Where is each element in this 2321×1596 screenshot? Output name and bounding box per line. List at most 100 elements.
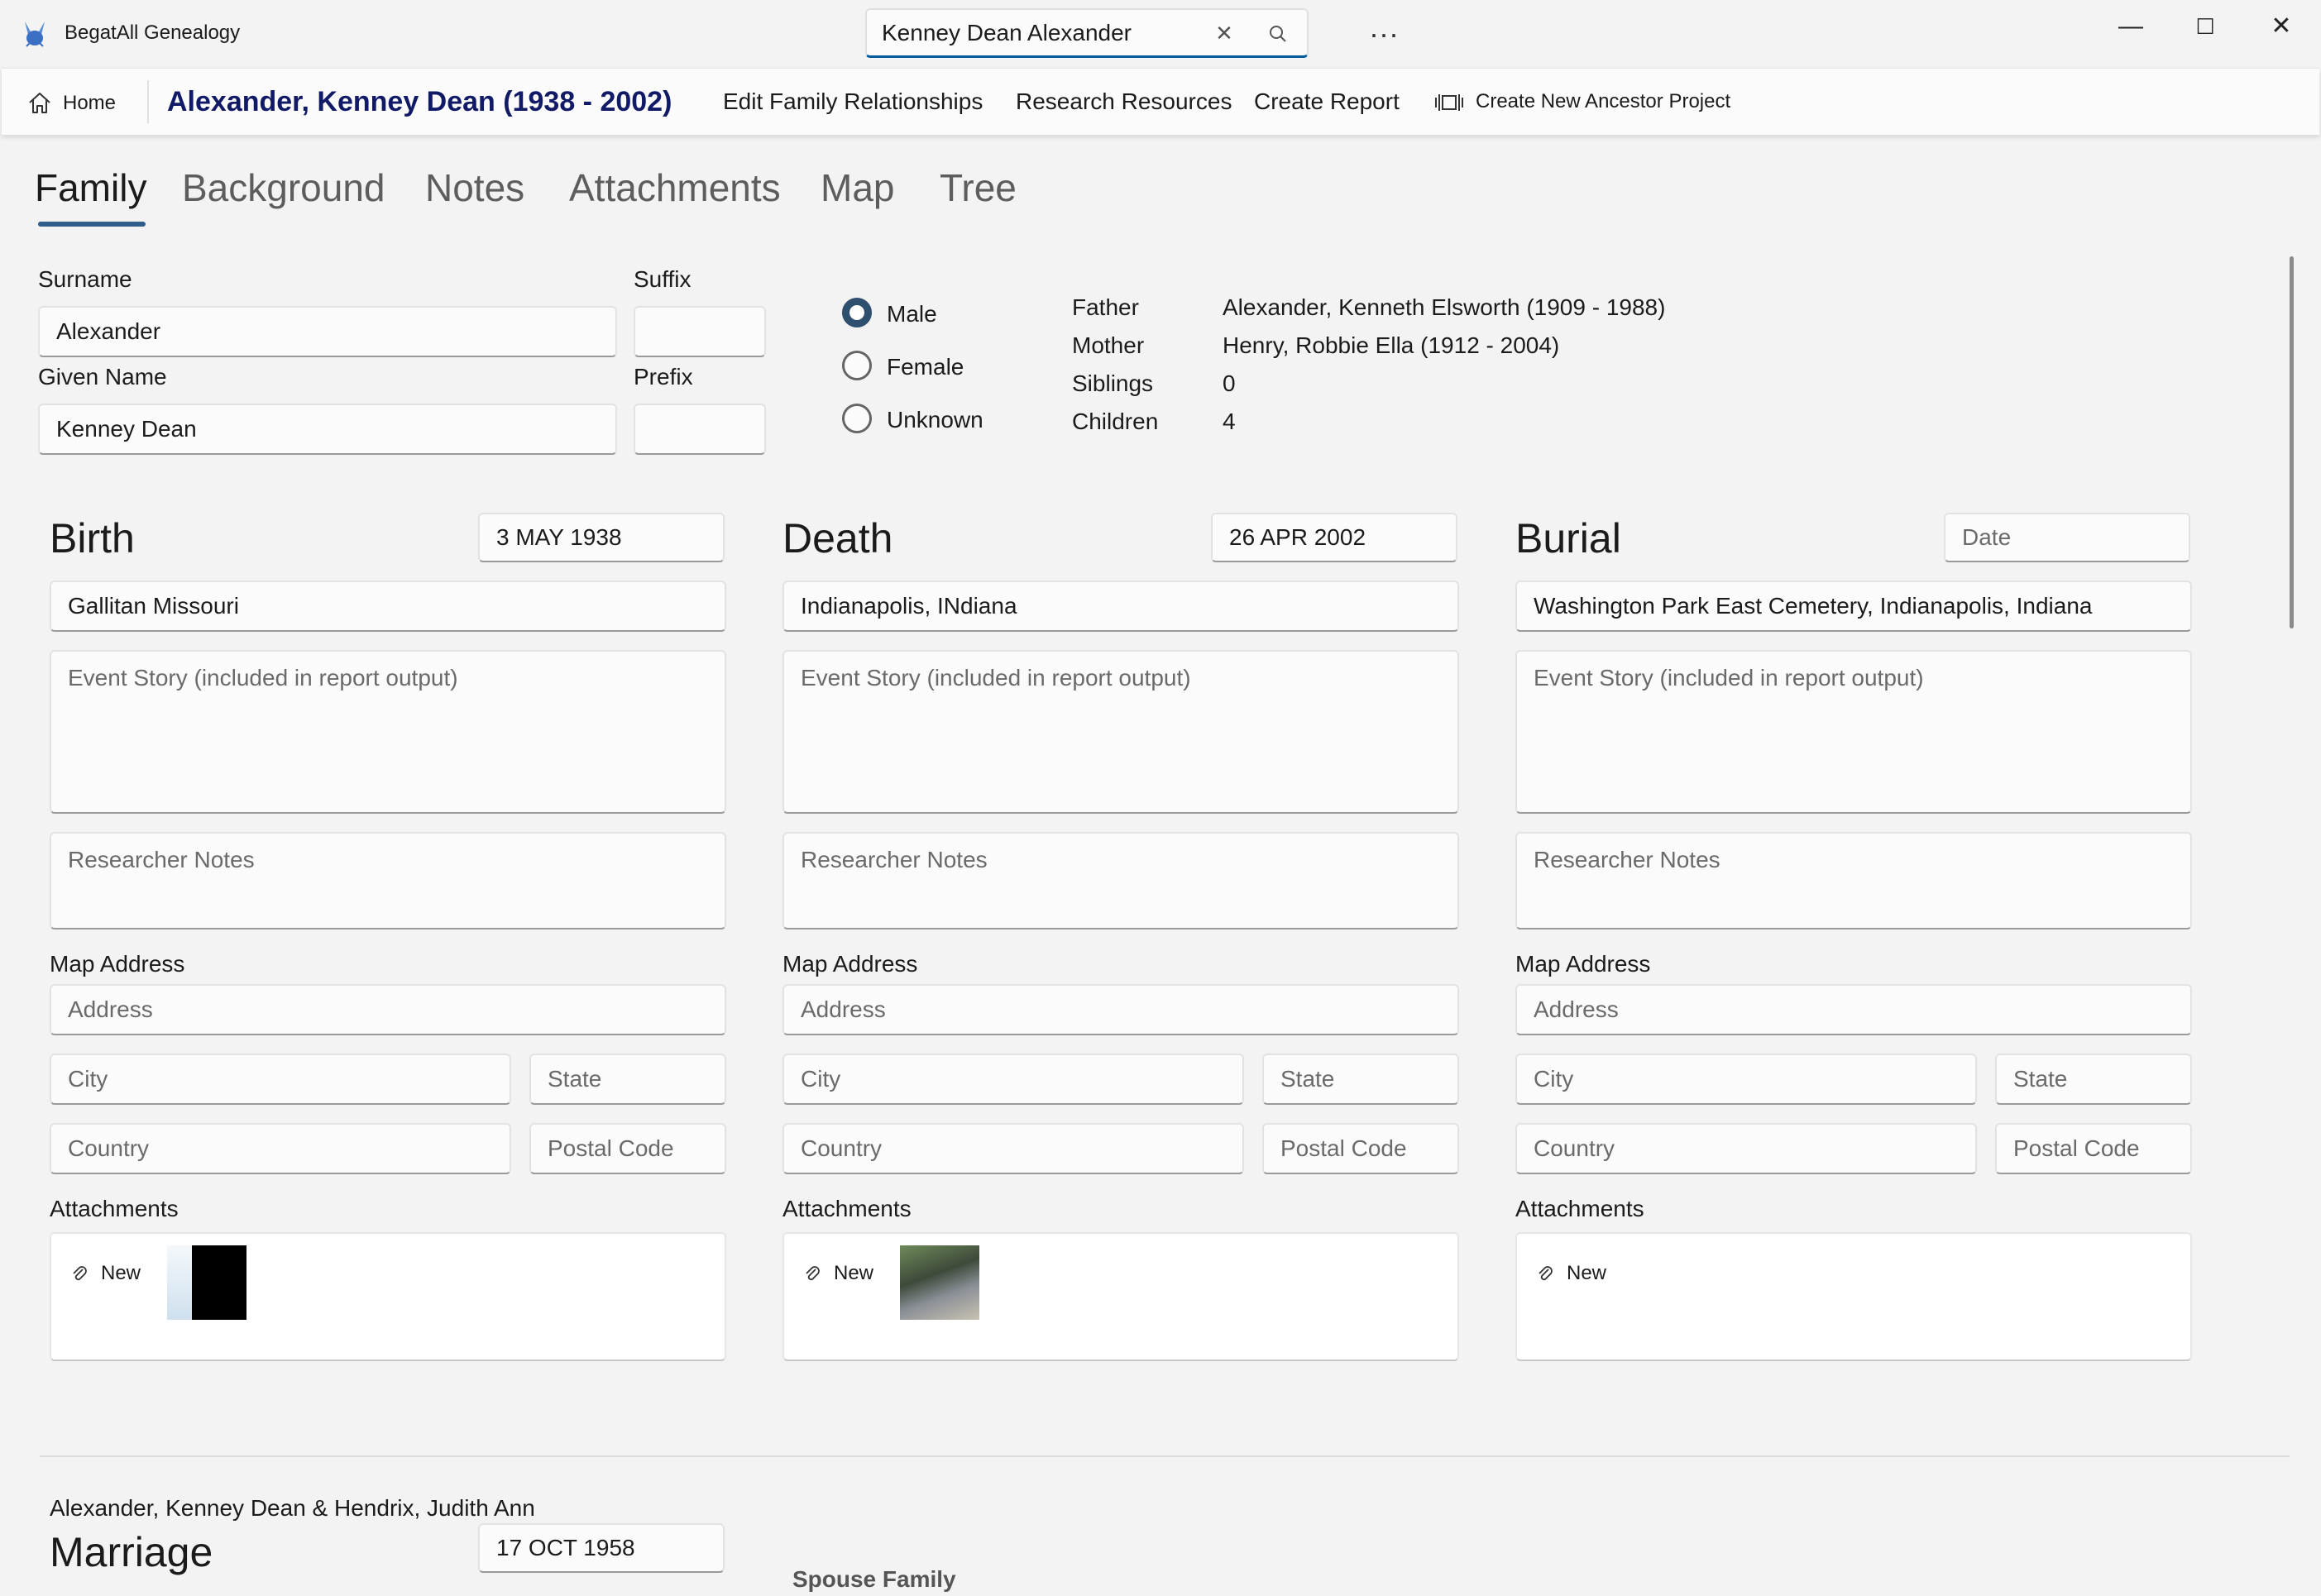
edit-family-relationships-button[interactable]: Edit Family Relationships (723, 69, 983, 135)
death-address-field[interactable]: Address (782, 984, 1459, 1035)
command-bar: Home Alexander, Kenney Dean (1938 - 2002… (2, 68, 2319, 135)
death-state-field[interactable]: State (1262, 1054, 1459, 1105)
gender-unknown-label: Unknown (887, 407, 983, 432)
death-postal-code-field[interactable]: Postal Code (1262, 1123, 1459, 1174)
birth-heading: Birth (50, 515, 135, 561)
more-options-button[interactable]: ... (1361, 12, 1408, 51)
marriage-couple-label: Alexander, Kenney Dean & Hendrix, Judith… (50, 1495, 535, 1521)
birth-state-field[interactable]: State (529, 1054, 726, 1105)
burial-new-attachment-button[interactable]: New (1535, 1262, 1606, 1285)
spouse-family-label: Spouse Family (792, 1566, 956, 1592)
burial-attachments-panel: New (1515, 1232, 2192, 1361)
tab-attachments[interactable]: Attachments (569, 165, 781, 210)
death-map-address-label: Map Address (782, 951, 918, 977)
death-attachments-label: Attachments (782, 1196, 912, 1221)
burial-researcher-notes-field[interactable]: Researcher Notes (1515, 832, 2192, 929)
create-report-button[interactable]: Create Report (1254, 69, 1400, 135)
given-name-label: Given Name (38, 364, 167, 389)
person-title: Alexander, Kenney Dean (1938 - 2002) (167, 86, 672, 117)
birth-attachments-label: Attachments (50, 1196, 179, 1221)
marriage-heading: Marriage (50, 1529, 213, 1575)
birth-postal-code-field[interactable]: Postal Code (529, 1123, 726, 1174)
birth-event-story-field[interactable]: Event Story (included in report output) (50, 650, 726, 814)
gender-unknown-radio[interactable] (842, 404, 872, 433)
burial-address-field[interactable]: Address (1515, 984, 2192, 1035)
command-separator (147, 80, 149, 123)
given-name-field[interactable]: Kenney Dean (38, 404, 617, 455)
vertical-scrollbar[interactable] (2290, 256, 2294, 628)
burial-place-field[interactable]: Washington Park East Cemetery, Indianapo… (1515, 581, 2192, 632)
paperclip-icon (73, 1265, 87, 1280)
death-country-field[interactable]: Country (782, 1123, 1244, 1174)
birth-attachment-thumbnail[interactable] (167, 1245, 246, 1320)
search-box[interactable]: ✕ (865, 8, 1309, 58)
paperclip-icon (806, 1265, 820, 1280)
create-ancestor-project-button[interactable]: Create New Ancestor Project (1434, 69, 1730, 135)
death-event-story-field[interactable]: Event Story (included in report output) (782, 650, 1459, 814)
burial-event-story-field[interactable]: Event Story (included in report output) (1515, 650, 2192, 814)
marriage-date-field[interactable]: 17 OCT 1958 (478, 1523, 725, 1573)
siblings-value: 0 (1223, 370, 1236, 396)
birth-city-field[interactable]: City (50, 1054, 511, 1105)
app-logo-icon (25, 22, 45, 47)
new-label: New (1567, 1262, 1607, 1284)
suffix-label: Suffix (634, 266, 692, 292)
birth-attachments-panel: New (50, 1232, 726, 1361)
birth-researcher-notes-field[interactable]: Researcher Notes (50, 832, 726, 929)
death-new-attachment-button[interactable]: New (802, 1262, 873, 1285)
burial-city-field[interactable]: City (1515, 1054, 1977, 1105)
father-value[interactable]: Alexander, Kenneth Elsworth (1909 - 1988… (1223, 294, 1665, 321)
burial-heading: Burial (1515, 515, 1621, 561)
burial-attachments-label: Attachments (1515, 1196, 1644, 1221)
new-label: New (101, 1262, 141, 1284)
search-input[interactable] (882, 10, 1229, 56)
birth-date-field[interactable]: 3 MAY 1938 (478, 513, 725, 562)
project-icon (1435, 93, 1463, 111)
home-button[interactable]: Home (26, 69, 116, 135)
tab-family[interactable]: Family (35, 165, 146, 210)
birth-place-field[interactable]: Gallitan Missouri (50, 581, 726, 632)
section-divider (40, 1455, 2290, 1457)
burial-country-field[interactable]: Country (1515, 1123, 1977, 1174)
paperclip-icon (1539, 1265, 1553, 1280)
close-button[interactable]: ✕ (2243, 0, 2319, 53)
home-label: Home (63, 92, 117, 114)
tab-notes[interactable]: Notes (425, 165, 524, 210)
tab-map[interactable]: Map (821, 165, 894, 210)
gender-female-radio[interactable] (842, 351, 872, 380)
children-value: 4 (1223, 409, 1236, 434)
birth-address-field[interactable]: Address (50, 984, 726, 1035)
death-attachment-thumbnail[interactable] (900, 1245, 979, 1320)
search-icon[interactable] (1264, 20, 1292, 48)
siblings-label: Siblings (1072, 370, 1154, 396)
death-heading: Death (782, 515, 893, 561)
burial-date-field[interactable]: Date (1944, 513, 2190, 562)
death-attachments-panel: New (782, 1232, 1459, 1361)
surname-field[interactable]: Alexander (38, 306, 617, 357)
father-label: Father (1072, 294, 1139, 320)
new-label: New (834, 1262, 874, 1284)
gender-male-radio[interactable] (842, 298, 872, 327)
burial-postal-code-field[interactable]: Postal Code (1995, 1123, 2192, 1174)
prefix-label: Prefix (634, 364, 693, 389)
clear-search-icon[interactable]: ✕ (1209, 18, 1239, 48)
death-city-field[interactable]: City (782, 1054, 1244, 1105)
suffix-field[interactable] (634, 306, 766, 357)
prefix-field[interactable] (634, 404, 766, 455)
death-place-field[interactable]: Indianapolis, INdiana (782, 581, 1459, 632)
birth-country-field[interactable]: Country (50, 1123, 511, 1174)
birth-new-attachment-button[interactable]: New (69, 1262, 141, 1285)
gender-male-label: Male (887, 301, 937, 327)
app-title: BegatAll Genealogy (65, 22, 241, 44)
burial-state-field[interactable]: State (1995, 1054, 2192, 1105)
research-resources-button[interactable]: Research Resources (1016, 69, 1232, 135)
minimize-button[interactable]: — (2093, 0, 2169, 53)
tab-background[interactable]: Background (182, 165, 385, 210)
death-researcher-notes-field[interactable]: Researcher Notes (782, 832, 1459, 929)
death-date-field[interactable]: 26 APR 2002 (1211, 513, 1457, 562)
gender-female-label: Female (887, 354, 964, 380)
surname-label: Surname (38, 266, 132, 292)
tab-tree[interactable]: Tree (940, 165, 1017, 210)
mother-value[interactable]: Henry, Robbie Ella (1912 - 2004) (1223, 332, 1559, 359)
maximize-button[interactable]: ☐ (2167, 0, 2243, 53)
